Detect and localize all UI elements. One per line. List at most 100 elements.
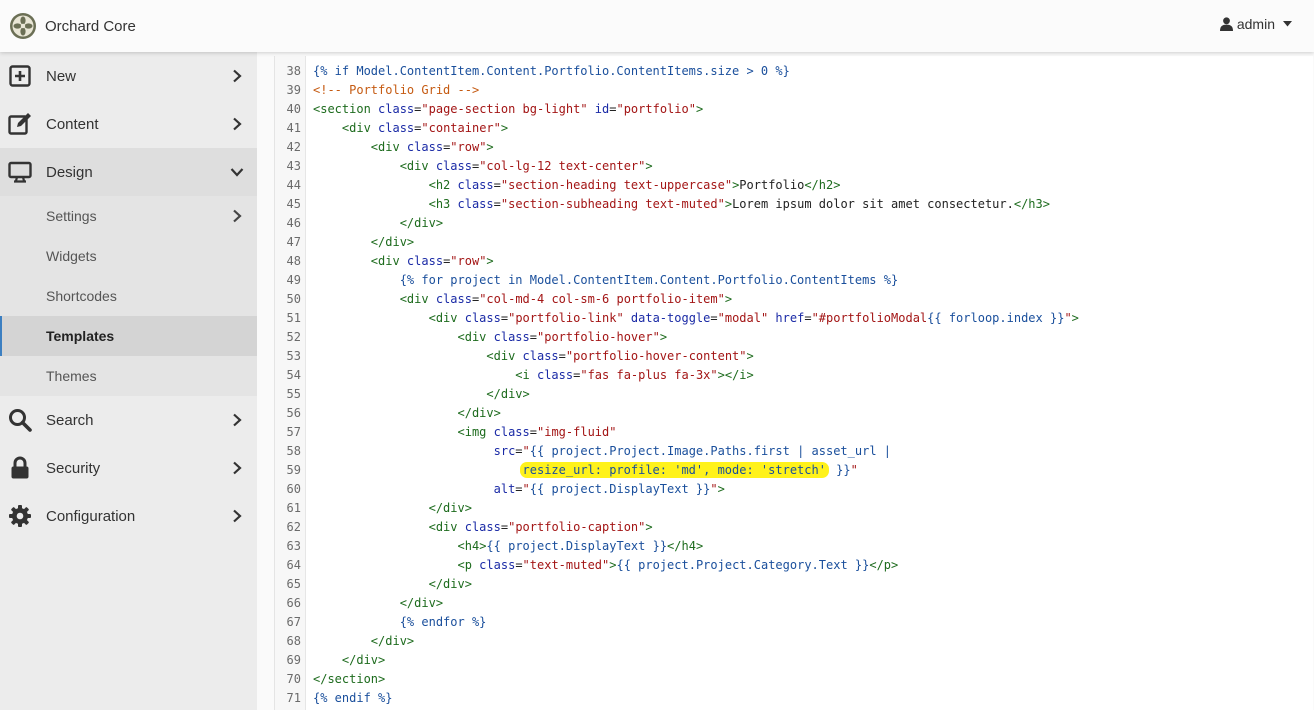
code-line[interactable]: 46 </div> [275, 214, 1313, 233]
app-title: Orchard Core [45, 17, 136, 35]
user-menu[interactable]: admin [1219, 16, 1292, 32]
code-text: <div class="col-lg-12 text-center"> [399, 159, 653, 173]
user-name: admin [1236, 16, 1275, 32]
code-text: {% endfor %} [399, 615, 487, 629]
code-line[interactable]: 39 <!-- Portfolio Grid --> [275, 81, 1313, 100]
line-number: 40 [286, 102, 301, 116]
sidebar-item-security[interactable]: Security [0, 444, 257, 492]
code-text: <!-- Portfolio Grid --> [313, 83, 480, 97]
line-number: 54 [286, 368, 301, 382]
code-line[interactable]: 70 </section> [275, 670, 1313, 689]
code-line[interactable]: 64 <p class="text-muted">{{ project.Proj… [275, 556, 1313, 575]
sidebar-subitem-themes[interactable]: Themes [0, 356, 257, 396]
code-text: <h3 class="section-subheading text-muted… [428, 197, 1050, 211]
main-content: 38 {% if Model.ContentItem.Content.Portfo… [257, 52, 1314, 710]
line-number: 44 [286, 178, 301, 192]
code-line[interactable]: 43 <div class="col-lg-12 text-center"> [275, 157, 1313, 176]
sidebar-item-search[interactable]: Search [0, 396, 257, 444]
sidebar-subitem-templates[interactable]: Templates [0, 316, 257, 356]
code-line[interactable]: 51 <div class="portfolio-link" data-togg… [275, 309, 1313, 328]
line-number: 48 [286, 254, 301, 268]
code-line[interactable]: 69 </div> [275, 651, 1313, 670]
sidebar-subitem-widgets[interactable]: Widgets [0, 236, 257, 276]
code-text: </div> [341, 653, 386, 667]
code-line[interactable]: 50 <div class="col-md-4 col-sm-6 portfol… [275, 290, 1313, 309]
sidebar-item-label: Search [46, 411, 94, 429]
code-text: <div class="portfolio-caption"> [428, 520, 653, 534]
code-text: </div> [428, 577, 472, 591]
code-text: <p class="text-muted">{{ project.Project… [457, 558, 899, 572]
line-number: 58 [286, 444, 301, 458]
code-line[interactable]: 41 <div class="container"> [275, 119, 1313, 138]
code-line[interactable]: 42 <div class="row"> [275, 138, 1313, 157]
sidebar-subitem-label: Settings [46, 208, 97, 224]
code-text: <div class="row"> [370, 254, 494, 268]
code-line[interactable]: 44 <h2 class="section-heading text-upper… [275, 176, 1313, 195]
code-text: <h2 class="section-heading text-uppercas… [428, 178, 841, 192]
code-text: <section class="page-section bg-light" i… [313, 102, 704, 116]
sidebar-item-label: New [46, 67, 77, 85]
code-text: <div class="portfolio-link" data-toggle=… [428, 311, 1079, 325]
code-text: </div> [399, 216, 444, 230]
code-text: </div> [428, 501, 472, 515]
line-number: 66 [286, 596, 301, 610]
code-text: {% endif %} [313, 691, 393, 705]
user-icon [1219, 17, 1233, 31]
code-line[interactable]: 49 {% for project in Model.ContentItem.C… [275, 271, 1313, 290]
code-line[interactable]: 58 src="{{ project.Project.Image.Paths.f… [275, 442, 1313, 461]
line-number: 63 [286, 539, 301, 553]
line-number: 38 [286, 64, 301, 78]
code-line[interactable]: 61 </div> [275, 499, 1313, 518]
code-line[interactable]: 54 <i class="fas fa-plus fa-3x"></i> [275, 366, 1313, 385]
code-line[interactable]: 71 {% endif %} [275, 689, 1313, 708]
line-number: 56 [286, 406, 301, 420]
line-number: 70 [286, 672, 301, 686]
code-line[interactable]: 55 </div> [275, 385, 1313, 404]
sidebar-item-configuration[interactable]: Configuration [0, 492, 257, 540]
sidebar-item-new[interactable]: New [0, 52, 257, 100]
line-number: 67 [286, 615, 301, 629]
code-line[interactable]: 40 <section class="page-section bg-light"… [275, 100, 1313, 119]
line-number: 69 [286, 653, 301, 667]
code-line[interactable]: 62 <div class="portfolio-caption"> [275, 518, 1313, 537]
sidebar-subitem-settings[interactable]: Settings [0, 196, 257, 236]
line-number: 55 [286, 387, 301, 401]
orchard-logo-icon [10, 13, 36, 39]
line-number: 57 [286, 425, 301, 439]
code-editor[interactable]: 38 {% if Model.ContentItem.Content.Portfo… [274, 56, 1313, 710]
sidebar-subitem-shortcodes[interactable]: Shortcodes [0, 276, 257, 316]
code-line[interactable]: 48 <div class="row"> [275, 252, 1313, 271]
search-icon [9, 409, 32, 432]
code-line[interactable]: 53 <div class="portfolio-hover-content"> [275, 347, 1313, 366]
code-line[interactable]: 60 alt="{{ project.DisplayText }}"> [275, 480, 1313, 499]
code-text: {% if Model.ContentItem.Content.Portfoli… [313, 64, 790, 78]
code-text: <div class="portfolio-hover"> [457, 330, 668, 344]
code-line[interactable]: 67 {% endfor %} [275, 613, 1313, 632]
code-line[interactable]: 56 </div> [275, 404, 1313, 423]
line-number: 43 [286, 159, 301, 173]
code-line[interactable]: 57 <img class="img-fluid" [275, 423, 1313, 442]
code-line[interactable]: 66 </div> [275, 594, 1313, 613]
code-line[interactable]: 47 </div> [275, 233, 1313, 252]
code-text: {% for project in Model.ContentItem.Cont… [399, 273, 899, 287]
code-line[interactable]: 52 <div class="portfolio-hover"> [275, 328, 1313, 347]
code-text: </section> [313, 672, 386, 686]
sidebar-subitem-label: Shortcodes [46, 288, 117, 304]
code-line[interactable]: 59 resize_url: profile: 'md', mode: 'str… [275, 461, 1313, 480]
code-text: <img class="img-fluid" [457, 425, 617, 439]
code-line[interactable]: 63 <h4>{{ project.DisplayText }}</h4> [275, 537, 1313, 556]
chevron-right-icon [233, 69, 242, 83]
code-line[interactable]: 45 <h3 class="section-subheading text-mu… [275, 195, 1313, 214]
sidebar-item-content[interactable]: Content [0, 100, 257, 148]
caret-down-icon [1283, 21, 1292, 27]
line-number: 46 [286, 216, 301, 230]
brand[interactable]: Orchard Core [9, 12, 136, 40]
sidebar-item-label: Security [46, 459, 101, 477]
code-line[interactable]: 38 {% if Model.ContentItem.Content.Portfo… [275, 62, 1313, 81]
sidebar: New Content Design Settings Widgets Shor… [0, 52, 257, 710]
code-text: </div> [486, 387, 530, 401]
chevron-right-icon [233, 413, 242, 427]
code-line[interactable]: 65 </div> [275, 575, 1313, 594]
sidebar-item-design[interactable]: Design [0, 148, 257, 196]
code-line[interactable]: 68 </div> [275, 632, 1313, 651]
